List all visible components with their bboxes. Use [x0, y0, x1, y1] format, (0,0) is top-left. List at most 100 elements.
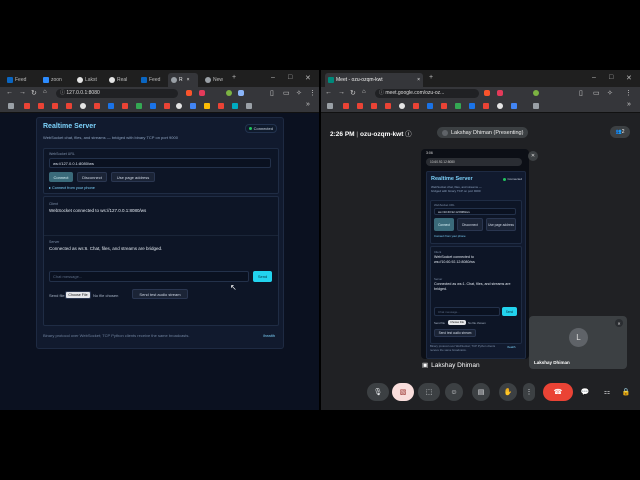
brave-shield-icon[interactable] [186, 90, 192, 96]
send-button[interactable]: Send [253, 271, 272, 282]
camera-off-button[interactable]: ▧ [392, 383, 414, 401]
menu-icon[interactable]: ⋮ [625, 89, 632, 97]
bookmark-icon-e[interactable] [204, 103, 210, 109]
close-window-icon[interactable]: ✕ [305, 74, 311, 82]
gmail-icon[interactable] [24, 103, 30, 109]
extension-icon[interactable] [533, 90, 539, 96]
more-options-button[interactable]: ⋮ [523, 383, 535, 401]
minimize-icon[interactable]: – [271, 74, 275, 81]
tab-github-2[interactable]: Real [106, 73, 130, 87]
more-bookmarks-icon[interactable]: » [306, 101, 310, 108]
forward-icon[interactable]: → [338, 89, 345, 96]
bookmark-icon-a[interactable] [427, 103, 433, 109]
send-audio-stream-button[interactable]: Send test audio stream [132, 289, 188, 299]
more-bookmarks-icon[interactable]: » [627, 101, 631, 108]
bookmark-icon-f[interactable] [218, 103, 224, 109]
chat-input[interactable]: Chat message... [49, 271, 249, 282]
captions-button[interactable]: ▤ [472, 383, 490, 401]
reload-icon[interactable]: ↻ [31, 89, 37, 97]
brave-rewards-icon[interactable] [199, 90, 205, 96]
github-bookmark-icon[interactable] [80, 103, 86, 109]
gmail-icon-5[interactable] [94, 103, 100, 109]
host-controls-button[interactable]: 🔒 [618, 383, 634, 401]
bookmark-icon-h[interactable] [246, 103, 252, 109]
activities-button[interactable]: ⚏ [599, 383, 615, 401]
mic-button[interactable]: 🎙 [367, 383, 389, 401]
tab-github-1[interactable]: Lakst [74, 73, 98, 87]
new-tab-icon[interactable]: + [429, 74, 433, 81]
bookmark-icon-c[interactable] [469, 103, 475, 109]
reload-icon[interactable]: ↻ [350, 89, 356, 97]
disconnect-button[interactable]: Disconnect [77, 172, 107, 182]
ai-icon[interactable]: ✧ [296, 89, 302, 97]
presenter-pill[interactable]: Lakshay Dhiman (Presenting) [437, 127, 529, 138]
minimize-icon[interactable]: – [592, 74, 596, 81]
self-view-tile[interactable]: ✕ L Lakshay Dhiman [529, 316, 627, 369]
tab-zoom[interactable]: zoon [40, 73, 64, 87]
gmail-icon-6[interactable] [122, 103, 128, 109]
tab-meet[interactable]: Meet - ozu-ozqm-kwt × [325, 73, 423, 87]
ws-url-input[interactable]: ws://127.0.0.1:8080/ws [49, 158, 271, 168]
sidebar-icon[interactable]: ▯ [579, 89, 583, 97]
bookmark-icon-b[interactable] [136, 103, 142, 109]
people-button[interactable]: 👥 2 [610, 126, 630, 138]
tab-new[interactable]: New [202, 73, 228, 87]
home-icon[interactable]: ⌂ [43, 89, 47, 95]
github-bookmark-icon-2[interactable] [176, 103, 182, 109]
gmail-icon-4[interactable] [385, 103, 391, 109]
gmail-icon-7[interactable] [164, 103, 170, 109]
health-link[interactable]: /health [263, 333, 275, 338]
choose-file-button[interactable]: Choose File [65, 291, 91, 299]
bookmark-icon-g[interactable] [232, 103, 238, 109]
brave-shield-icon[interactable] [484, 90, 490, 96]
phone-hint[interactable]: ▸ Connect from your phone [49, 185, 95, 190]
connect-button[interactable]: Connect [49, 172, 73, 182]
github-bookmark-icon-2[interactable] [497, 103, 503, 109]
tab-feed-2[interactable]: Feed [138, 73, 164, 87]
extension-icon[interactable] [226, 90, 232, 96]
forward-icon[interactable]: → [19, 89, 26, 96]
bookmark-grid-icon[interactable] [8, 103, 14, 109]
gmail-icon-3[interactable] [371, 103, 377, 109]
new-tab-icon[interactable]: + [232, 74, 236, 81]
bookmark-icon-b[interactable] [455, 103, 461, 109]
gmail-icon-6[interactable] [441, 103, 447, 109]
use-page-address-button[interactable]: Use page address [111, 172, 155, 182]
tab-active[interactable]: R × [168, 73, 198, 87]
gmail-icon-3[interactable] [52, 103, 58, 109]
bookmark-icon-e[interactable] [533, 103, 539, 109]
home-icon[interactable]: ⌂ [362, 89, 366, 95]
maximize-icon[interactable]: □ [609, 74, 613, 81]
url-input[interactable]: ⓘ 127.0.0.1:8080 [56, 89, 178, 98]
bookmark-grid-icon[interactable] [327, 103, 333, 109]
raise-hand-button[interactable]: ✋ [499, 383, 517, 401]
wallet-icon[interactable]: ▭ [593, 89, 600, 97]
extension-icon-2[interactable] [238, 90, 244, 96]
bookmark-icon-a[interactable] [108, 103, 114, 109]
gmail-icon-5[interactable] [413, 103, 419, 109]
emoji-button[interactable]: ☺ [445, 383, 463, 401]
url-input[interactable]: ⓘ meet.google.com/ozu-oz... [375, 89, 479, 98]
info-icon[interactable]: ⓘ [405, 131, 412, 138]
close-window-icon[interactable]: ✕ [626, 74, 632, 82]
chat-button[interactable]: 💬 [577, 383, 593, 401]
gmail-icon-2[interactable] [357, 103, 363, 109]
bookmark-icon-c[interactable] [150, 103, 156, 109]
close-tab-icon[interactable]: × [417, 77, 420, 83]
back-icon[interactable]: ← [325, 89, 332, 96]
gmail-icon-7[interactable] [483, 103, 489, 109]
menu-icon[interactable]: ⋮ [309, 89, 316, 97]
bookmark-icon-d[interactable] [511, 103, 517, 109]
maximize-icon[interactable]: □ [288, 74, 292, 81]
gmail-icon-2[interactable] [38, 103, 44, 109]
github-bookmark-icon[interactable] [399, 103, 405, 109]
brave-rewards-icon[interactable] [497, 90, 503, 96]
tab-feed-1[interactable]: Feed [4, 73, 28, 87]
back-icon[interactable]: ← [6, 89, 13, 96]
close-tab-icon[interactable]: × [187, 77, 190, 83]
leave-call-button[interactable]: ☎ [543, 383, 573, 401]
present-button[interactable]: ⬚ [418, 383, 440, 401]
gmail-icon-4[interactable] [66, 103, 72, 109]
sidebar-icon[interactable]: ▯ [270, 89, 274, 97]
gmail-icon[interactable] [343, 103, 349, 109]
